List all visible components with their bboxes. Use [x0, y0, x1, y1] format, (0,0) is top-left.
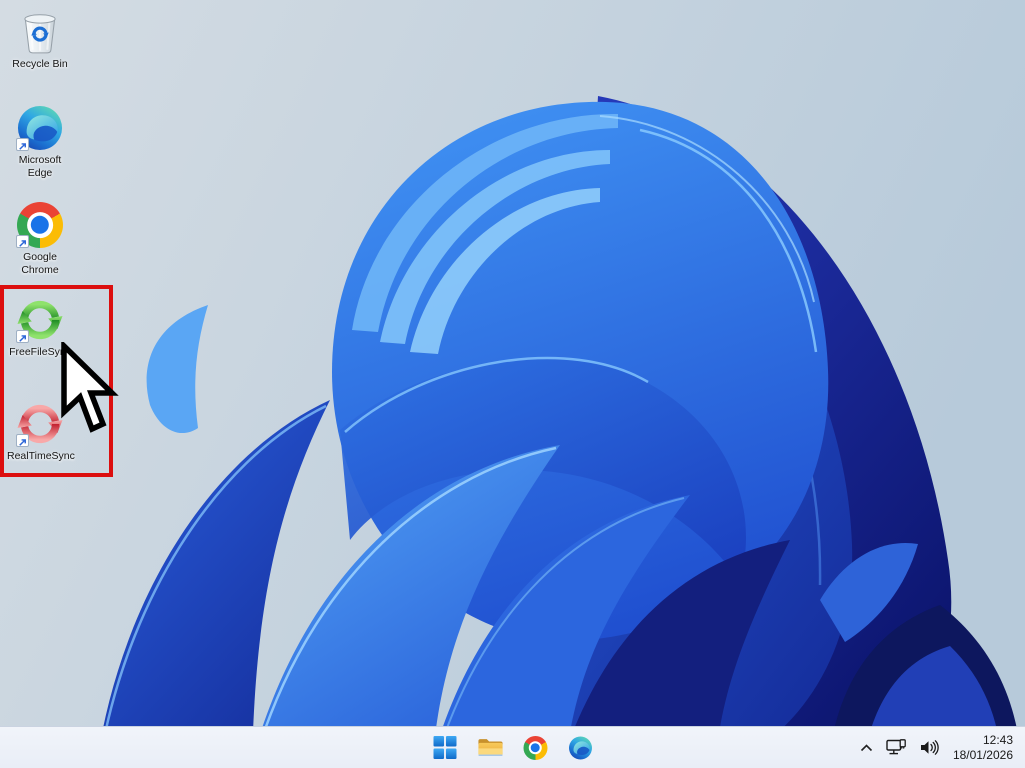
desktop-icon-recycle-bin[interactable]: Recycle Bin [2, 8, 78, 71]
file-explorer-button[interactable] [473, 731, 507, 765]
file-explorer-icon [477, 739, 503, 757]
icon-label: Recycle Bin [12, 58, 68, 70]
icon-label: RealTimeSync [7, 450, 75, 462]
clock-date: 18/01/2026 [952, 747, 1013, 762]
edge-taskbar-button[interactable] [563, 731, 597, 765]
shortcut-badge [16, 330, 29, 343]
tray-chevron-button[interactable] [855, 733, 878, 763]
desktop-icon-freefilesync[interactable]: FreeFileSync [2, 296, 78, 359]
taskbar: 12:43 18/01/2026 [0, 726, 1025, 768]
icon-label: Microsoft Edge [18, 154, 62, 179]
start-icon [433, 736, 457, 759]
start-button[interactable] [428, 731, 462, 765]
shortcut-badge [16, 138, 29, 151]
system-tray: 12:43 18/01/2026 [855, 727, 1015, 768]
volume-tray-button[interactable] [915, 733, 944, 763]
chrome-icon [523, 735, 547, 760]
clock-time: 12:43 [982, 732, 1013, 747]
icon-label: Google Chrome [21, 251, 59, 276]
volume-icon [920, 740, 939, 755]
shortcut-badge [16, 235, 29, 248]
shortcut-badge [16, 434, 29, 447]
recycle-bin-icon [24, 14, 56, 54]
tray-clock[interactable]: 12:43 18/01/2026 [947, 731, 1015, 765]
desktop-icon-edge[interactable]: Microsoft Edge [2, 104, 78, 180]
taskbar-center-buttons [428, 727, 597, 768]
desktop-icon-chrome[interactable]: Google Chrome [2, 201, 78, 277]
desktop: Recycle Bin Microsoft Edge Google Chrome… [0, 0, 1025, 768]
chrome-taskbar-button[interactable] [518, 731, 552, 765]
desktop-icon-realtimesync[interactable]: RealTimeSync [2, 400, 78, 463]
edge-icon [568, 736, 592, 759]
icon-label: FreeFileSync [9, 346, 71, 358]
wallpaper-bloom [0, 0, 1025, 768]
network-icon [886, 739, 906, 755]
network-tray-button[interactable] [881, 733, 912, 763]
chevron-up-icon [860, 743, 873, 751]
